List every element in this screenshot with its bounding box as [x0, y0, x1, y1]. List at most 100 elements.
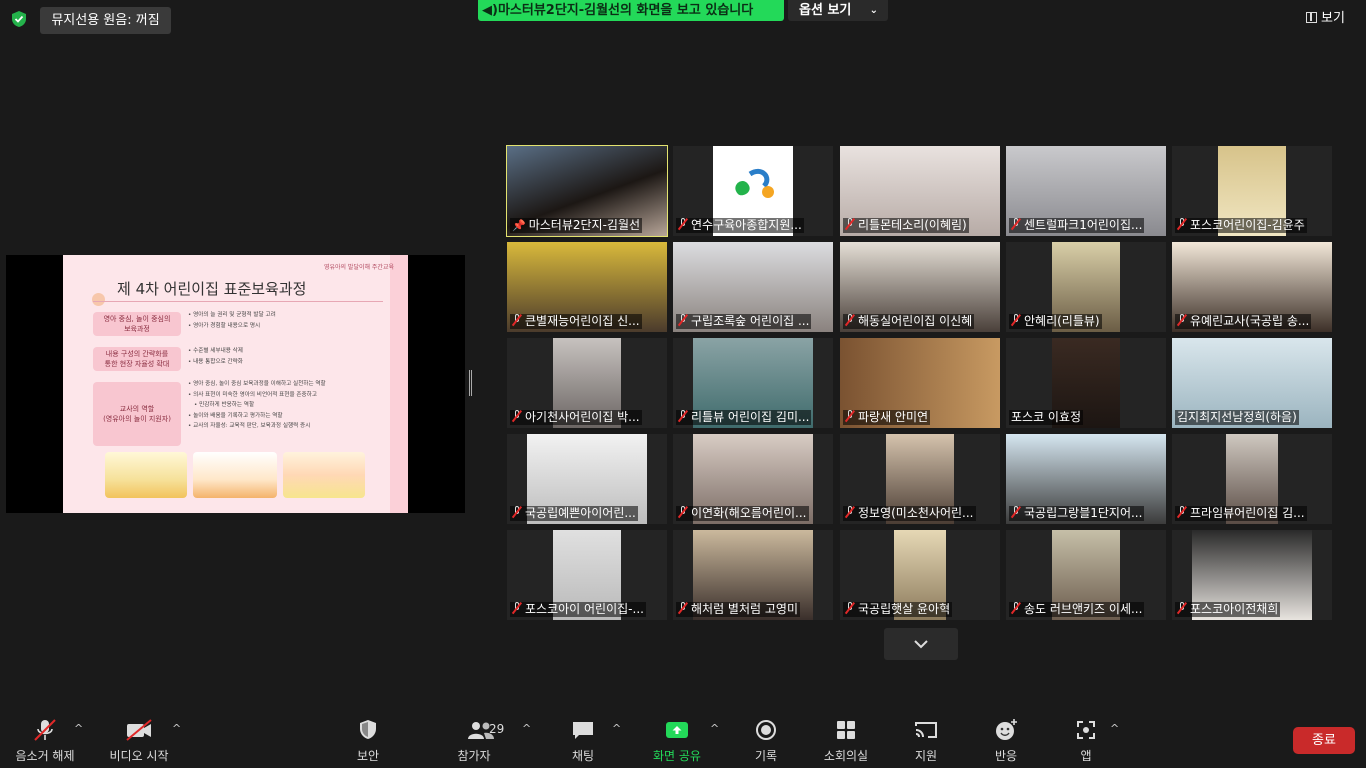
- participant-name: 국공립예쁜아이어린...: [525, 506, 636, 520]
- participant-tile[interactable]: 포스코아이전채희: [1172, 530, 1332, 620]
- participant-tile[interactable]: 해처럼 별처럼 고영미: [673, 530, 833, 620]
- microphone-muted-icon: [845, 314, 855, 326]
- share-options-caret[interactable]: ^: [710, 722, 719, 735]
- original-sound-status[interactable]: 뮤지선용 원음: 꺼짐: [40, 7, 171, 34]
- participant-name-label: 센트럴파크1어린이집...: [1009, 218, 1145, 233]
- participant-tile[interactable]: 포스코아이 어린이집-...: [507, 530, 667, 620]
- apps-options-caret[interactable]: ^: [1110, 722, 1119, 735]
- participant-name-label: 이연화(해오름어린이...: [676, 506, 809, 521]
- record-button[interactable]: 기록: [740, 718, 792, 764]
- video-options-caret[interactable]: ^: [172, 722, 181, 735]
- participant-tile[interactable]: 연수구육아종합지원...: [673, 146, 833, 236]
- slide-side-bar: [390, 255, 408, 513]
- participant-name: 유예린교사(국공립 송...: [1190, 314, 1310, 328]
- audio-options-caret[interactable]: ^: [74, 722, 83, 735]
- participant-tile[interactable]: 아기천사어린이집 박...: [507, 338, 667, 428]
- view-options-button[interactable]: 옵션 보기 ⌄: [788, 0, 888, 21]
- microphone-muted-icon: [845, 218, 855, 230]
- slide-decoration: [92, 293, 105, 306]
- slide-bullets-3: 영아 중심, 놀이 중심 보육과정을 이해하고 실천하는 역할 의사 표현이 미…: [188, 379, 326, 432]
- participant-tile[interactable]: 이연화(해오름어린이...: [673, 434, 833, 524]
- shield-check-icon[interactable]: [8, 8, 30, 30]
- participant-tile[interactable]: 프라임뷰어린이집 김...: [1172, 434, 1332, 524]
- chat-button[interactable]: 채팅: [555, 718, 611, 764]
- participant-tile[interactable]: 📌 마스터뷰2단지-김월선: [506, 145, 668, 237]
- cast-icon: [915, 722, 937, 738]
- microphone-muted-icon: [845, 602, 855, 614]
- participant-name: 포스코아이전채희: [1190, 602, 1279, 616]
- unmute-button[interactable]: 음소거 해제: [10, 718, 80, 764]
- pin-icon: 📌: [512, 219, 526, 232]
- participants-button[interactable]: 29 참가자: [444, 718, 504, 764]
- support-label: 지원: [914, 749, 938, 763]
- participant-name: 포스코 이효정: [1011, 410, 1082, 424]
- participant-name: 마스터뷰2단지-김월선: [528, 218, 641, 232]
- participant-tile[interactable]: 국공립예쁜아이어린...: [507, 434, 667, 524]
- reactions-button[interactable]: 반응: [980, 718, 1032, 764]
- participant-name: 이연화(해오름어린이...: [691, 506, 807, 520]
- participant-name: 국공립햇살 윤아혁: [858, 602, 951, 616]
- slide-bullets-2: 수준별 세부내용 삭제 내용 통합으로 간략화: [188, 346, 243, 367]
- start-video-label: 비디오 시작: [109, 749, 169, 763]
- slide-box-1: 영아 중심, 놀이 중심의 보육과정: [93, 312, 181, 336]
- participant-tile[interactable]: 해동실어린이집 이신혜: [840, 242, 1000, 332]
- microphone-muted-icon: [1177, 218, 1187, 230]
- participants-options-caret[interactable]: ^: [522, 722, 531, 735]
- microphone-muted-icon: [1177, 506, 1187, 518]
- participant-tile[interactable]: 리틀뷰 어린이집 김미...: [673, 338, 833, 428]
- participant-name-label: 프라임뷰어린이집 김...: [1175, 506, 1307, 521]
- record-label: 기록: [754, 749, 778, 763]
- participant-tile[interactable]: 국공립햇살 윤아혁: [840, 530, 1000, 620]
- participant-tile[interactable]: 정보영(미소천사어린...: [840, 434, 1000, 524]
- slide-bullets-1: 영아의 늘 권리 및 균형적 발달 고려 영아가 경험할 내용으로 명시: [188, 310, 276, 331]
- unmute-label: 음소거 해제: [15, 749, 75, 763]
- participant-name: 해처럼 별처럼 고영미: [691, 602, 798, 616]
- support-button[interactable]: 지원: [900, 718, 952, 764]
- slide-box-3: 교사의 역할 (영유아의 놀이 지원자): [93, 382, 181, 446]
- emoji-reaction-icon: [996, 719, 1017, 740]
- participant-tile[interactable]: 리틀몬테소리(이혜림): [840, 146, 1000, 236]
- breakout-rooms-button[interactable]: 소회의실: [817, 718, 875, 764]
- participant-tile[interactable]: 국공립그랑블1단지어...: [1006, 434, 1166, 524]
- microphone-muted-icon: [512, 314, 522, 326]
- participant-tile[interactable]: 큰별재능어린이집 신...: [507, 242, 667, 332]
- participant-name: 포스코아이 어린이집-...: [525, 602, 644, 616]
- microphone-muted-icon: [512, 410, 522, 422]
- participant-tile[interactable]: 포스코 이효정: [1006, 338, 1166, 428]
- participant-name: 리틀몬테소리(이혜림): [858, 218, 967, 232]
- participant-tile[interactable]: 파랑새 안미연: [840, 338, 1000, 428]
- participant-tile[interactable]: 송도 러브앤키즈 이세...: [1006, 530, 1166, 620]
- microphone-muted-icon: [1011, 314, 1021, 326]
- participant-name: 리틀뷰 어린이집 김미...: [691, 410, 810, 424]
- share-screen-label: 화면 공유: [653, 749, 701, 763]
- view-button[interactable]: 보기: [1306, 8, 1358, 30]
- chat-bubble-icon: [573, 722, 593, 739]
- microphone-muted-icon: [678, 602, 688, 614]
- microphone-muted-icon: [678, 314, 688, 326]
- participant-tile[interactable]: 센트럴파크1어린이집...: [1006, 146, 1166, 236]
- slide-header: 영유아의 발달이해 주간교육: [323, 264, 394, 271]
- share-screen-button[interactable]: 화면 공유: [646, 718, 708, 764]
- participant-tile[interactable]: 포스코어린이집-김윤주: [1172, 146, 1332, 236]
- microphone-muted-icon: [1011, 506, 1021, 518]
- apps-button[interactable]: 앱: [1064, 718, 1108, 764]
- participant-tile[interactable]: 유예린교사(국공립 송...: [1172, 242, 1332, 332]
- microphone-muted-icon: [678, 410, 688, 422]
- participant-name: 안혜리(리틀뷰): [1024, 314, 1100, 328]
- participant-tile[interactable]: 안혜리(리틀뷰): [1006, 242, 1166, 332]
- participant-name: 김지최지선남정희(하음): [1177, 410, 1297, 424]
- end-meeting-button[interactable]: 종료: [1293, 727, 1355, 754]
- resize-handle[interactable]: [469, 370, 472, 396]
- microphone-muted-icon: [1177, 602, 1187, 614]
- participant-name-label: 연수구육아종합지원...: [676, 218, 804, 233]
- chat-options-caret[interactable]: ^: [612, 722, 621, 735]
- participant-name-label: 안혜리(리틀뷰): [1009, 314, 1102, 329]
- participant-tile[interactable]: 구립조록숲 어린이집 ...: [673, 242, 833, 332]
- participant-name-label: 국공립햇살 윤아혁: [843, 602, 953, 617]
- participant-name: 큰별재능어린이집 신...: [525, 314, 640, 328]
- security-button[interactable]: 보안: [340, 718, 396, 764]
- participant-tile[interactable]: 김지최지선남정희(하음): [1172, 338, 1332, 428]
- record-icon: [756, 720, 776, 740]
- start-video-button[interactable]: 비디오 시작: [104, 718, 174, 764]
- next-page-button[interactable]: [884, 628, 958, 660]
